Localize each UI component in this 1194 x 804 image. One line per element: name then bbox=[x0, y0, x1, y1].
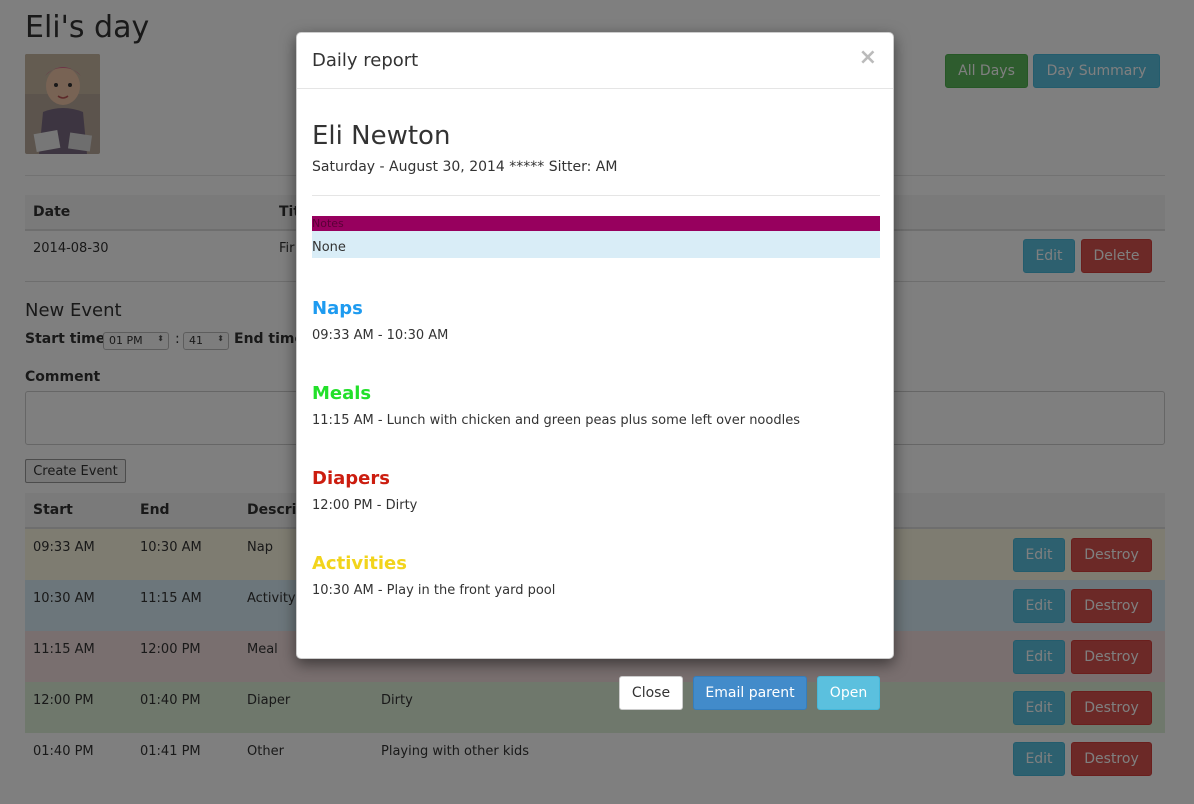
section-text: 10:30 AM - Play in the front yard pool bbox=[312, 583, 556, 598]
section-title: Diapers bbox=[312, 468, 390, 489]
section-title: Activities bbox=[312, 553, 407, 574]
report-meta: Saturday - August 30, 2014 ***** Sitter:… bbox=[312, 159, 618, 175]
daily-report-modal: Daily report × Eli Newton Saturday - Aug… bbox=[296, 32, 894, 659]
child-name: Eli Newton bbox=[312, 121, 451, 151]
modal-header: Daily report × bbox=[297, 33, 893, 89]
modal-title: Daily report bbox=[312, 50, 419, 71]
section-title: Naps bbox=[312, 298, 363, 319]
close-button[interactable]: Close bbox=[619, 676, 683, 710]
divider bbox=[312, 195, 880, 196]
section-text: 12:00 PM - Dirty bbox=[312, 498, 418, 513]
section-title: Meals bbox=[312, 383, 372, 404]
section-text: 09:33 AM - 10:30 AM bbox=[312, 328, 449, 343]
section-text: 11:15 AM - Lunch with chicken and green … bbox=[312, 413, 800, 428]
email-parent-button[interactable]: Email parent bbox=[693, 676, 807, 710]
notes-value: None bbox=[312, 240, 346, 255]
open-button[interactable]: Open bbox=[817, 676, 880, 710]
notes-label: Notes bbox=[312, 216, 880, 231]
close-icon[interactable]: × bbox=[859, 45, 877, 70]
notes-value-band: None bbox=[312, 231, 880, 258]
